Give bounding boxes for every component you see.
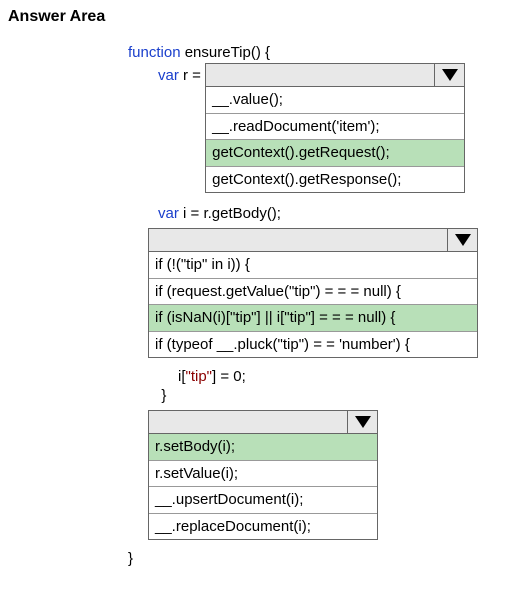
function-declaration: function ensureTip() { <box>128 44 514 61</box>
dropdown-option[interactable]: __.replaceDocument(i); <box>149 513 377 540</box>
dropdown-3[interactable]: r.setBody(i);r.setValue(i);__.upsertDocu… <box>148 410 378 540</box>
dropdown-2-header[interactable] <box>149 229 477 252</box>
getbody-text: i = r.getBody(); <box>179 205 281 222</box>
dropdown-1-header[interactable] <box>206 64 464 87</box>
dropdown-2-options: if (!("tip" in i)) {if (request.getValue… <box>149 252 477 357</box>
page-title: Answer Area <box>8 8 514 26</box>
dropdown-3-block: r.setBody(i);r.setValue(i);__.upsertDocu… <box>148 410 514 540</box>
dropdown-3-options: r.setBody(i);r.setValue(i);__.upsertDocu… <box>149 434 377 539</box>
dropdown-3-selected <box>149 411 347 433</box>
dropdown-option[interactable]: getContext().getResponse(); <box>206 166 464 193</box>
var-i-line: var i = r.getBody(); <box>158 205 514 222</box>
keyword-var: var <box>158 67 179 84</box>
close-brace-outer: } <box>128 550 514 567</box>
r-equals: r = <box>179 67 205 84</box>
keyword-var: var <box>158 205 179 222</box>
function-name: ensureTip() { <box>181 44 270 61</box>
dropdown-1[interactable]: __.value();__.readDocument('item');getCo… <box>205 63 465 193</box>
tip-post: ] = 0; <box>212 368 246 385</box>
dropdown-2-block: if (!("tip" in i)) {if (request.getValue… <box>148 228 514 358</box>
code-block: function ensureTip() { var r = __.value(… <box>8 44 514 567</box>
tip-key: "tip" <box>186 368 213 385</box>
dropdown-option[interactable]: if (typeof __.pluck("tip") = = 'number')… <box>149 331 477 358</box>
tip-pre: i[ <box>128 368 186 385</box>
dropdown-option[interactable]: __.value(); <box>206 87 464 113</box>
dropdown-2-selected <box>149 229 447 251</box>
dropdown-option[interactable]: getContext().getRequest(); <box>206 139 464 166</box>
close-brace-inner: } <box>128 387 514 404</box>
dropdown-2[interactable]: if (!("tip" in i)) {if (request.getValue… <box>148 228 478 358</box>
chevron-down-icon[interactable] <box>434 64 464 86</box>
dropdown-option[interactable]: if (request.getValue("tip") = = = null) … <box>149 278 477 305</box>
chevron-down-icon[interactable] <box>447 229 477 251</box>
var-r-row: var r = __.value();__.readDocument('item… <box>158 63 514 203</box>
keyword-function: function <box>128 44 181 61</box>
dropdown-option[interactable]: if (isNaN(i)["tip"] || i["tip"] = = = nu… <box>149 304 477 331</box>
dropdown-1-options: __.value();__.readDocument('item');getCo… <box>206 87 464 192</box>
dropdown-option[interactable]: r.setBody(i); <box>149 434 377 460</box>
dropdown-option[interactable]: __.readDocument('item'); <box>206 113 464 140</box>
dropdown-3-header[interactable] <box>149 411 377 434</box>
dropdown-option[interactable]: if (!("tip" in i)) { <box>149 252 477 278</box>
dropdown-1-selected <box>206 64 434 86</box>
tip-assign-line: i["tip"] = 0; <box>128 368 514 385</box>
dropdown-option[interactable]: __.upsertDocument(i); <box>149 486 377 513</box>
dropdown-option[interactable]: r.setValue(i); <box>149 460 377 487</box>
chevron-down-icon[interactable] <box>347 411 377 433</box>
